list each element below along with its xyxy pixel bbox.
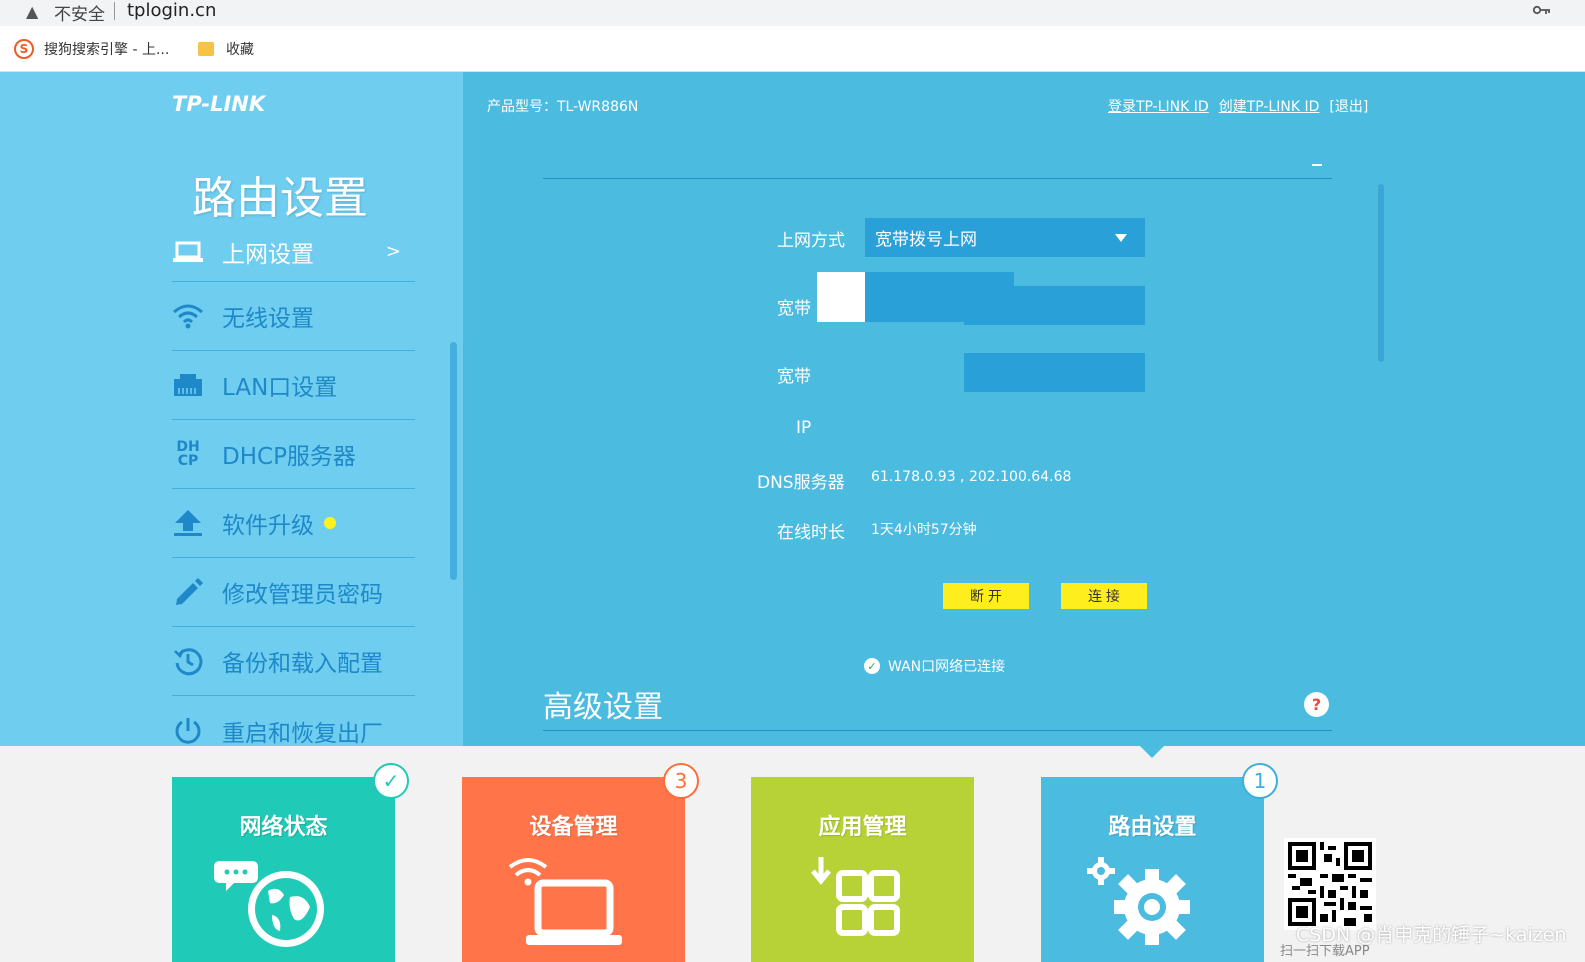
sidebar-item-label: 备份和载入配置 xyxy=(222,651,383,677)
sidebar-item-internet[interactable]: 上网设置 > xyxy=(172,222,415,282)
sidebar-item-label: 重启和恢复出厂 xyxy=(222,720,383,747)
key-icon[interactable] xyxy=(1532,2,1551,20)
power-icon xyxy=(172,715,204,747)
connection-type-value: 宽带拨号上网 xyxy=(875,230,977,250)
content-scrollbar[interactable] xyxy=(1378,184,1384,362)
tile-app-management[interactable]: 应用管理 xyxy=(751,777,974,962)
laptop-icon xyxy=(172,236,204,268)
password-input[interactable] xyxy=(964,353,1145,392)
wifi-icon xyxy=(172,300,204,332)
count-badge: 3 xyxy=(663,763,699,799)
divider xyxy=(114,2,115,20)
connect-button[interactable]: 连 接 xyxy=(1061,583,1147,609)
tp-link-logo: TP-LINK xyxy=(172,92,266,116)
address-bar[interactable]: ▲ 不安全 tplogin.cn xyxy=(0,0,1585,26)
sidebar-item-password[interactable]: 修改管理员密码 xyxy=(172,558,415,627)
upload-icon xyxy=(172,507,204,539)
wan-status: ✓ WAN口网络已连接 xyxy=(864,656,1005,676)
sidebar: TP-LINK 路由设置 上网设置 > 无线设置 LAN口设置 DH CP DH… xyxy=(0,72,463,747)
sidebar-title: 路由设置 xyxy=(192,173,368,224)
chevron-right-icon: > xyxy=(385,241,401,262)
wan-status-text: WAN口网络已连接 xyxy=(888,659,1006,675)
folder-icon xyxy=(198,42,214,56)
tile-network-status[interactable]: 网络状态 ✓ xyxy=(172,763,409,962)
sidebar-item-wireless[interactable]: 无线设置 xyxy=(172,282,415,351)
count-badge: 1 xyxy=(1242,763,1278,799)
tile-router-settings[interactable]: 路由设置 1 xyxy=(1041,763,1278,962)
tile-label: 网络状态 xyxy=(239,815,328,840)
active-tab-pointer xyxy=(1140,746,1164,758)
dns-value: 61.178.0.93 , 202.100.64.68 xyxy=(871,469,1072,485)
advanced-settings-title: 高级设置 xyxy=(543,690,663,725)
lan-port-icon xyxy=(172,369,204,401)
sidebar-item-label: 修改管理员密码 xyxy=(222,582,383,608)
bookmark-sogou[interactable]: S 搜狗搜索引擎 - 上... xyxy=(14,38,169,60)
sidebar-item-label: 无线设置 xyxy=(222,306,314,332)
sidebar-item-backup[interactable]: 备份和载入配置 xyxy=(172,627,415,696)
tile-device-management[interactable]: 设备管理 3 xyxy=(462,763,699,962)
bookmarks-bar: S 搜狗搜索引擎 - 上... 收藏 xyxy=(0,26,1585,72)
pencil-icon xyxy=(172,576,204,608)
connection-type-label: 上网方式 xyxy=(777,231,845,251)
sidebar-menu: 上网设置 > 无线设置 LAN口设置 DH CP DHCP服务器 软件升级 修改… xyxy=(172,222,415,765)
account-input[interactable] xyxy=(964,286,1145,325)
collapse-button[interactable] xyxy=(1312,164,1322,166)
sidebar-scrollbar[interactable] xyxy=(450,342,457,580)
history-icon xyxy=(172,645,204,677)
login-tplink-id-link[interactable]: 登录TP-LINK ID xyxy=(1108,96,1209,116)
warning-icon: ▲ xyxy=(26,2,39,21)
sidebar-item-label: LAN口设置 xyxy=(222,375,338,401)
tile-label: 设备管理 xyxy=(529,815,618,840)
ip-label: IP xyxy=(796,418,812,438)
uptime-label: 在线时长 xyxy=(777,523,845,543)
sidebar-item-lan[interactable]: LAN口设置 xyxy=(172,351,415,420)
sogou-icon: S xyxy=(14,39,34,59)
redaction-block xyxy=(817,272,865,322)
product-model: 产品型号：TL-WR886N xyxy=(487,99,639,115)
qr-code xyxy=(1284,838,1376,930)
insecure-label[interactable]: 不安全 xyxy=(54,0,105,25)
router-admin: TP-LINK 路由设置 上网设置 > 无线设置 LAN口设置 DH CP DH… xyxy=(0,72,1585,758)
sidebar-item-label: DHCP服务器 xyxy=(222,444,356,470)
disconnect-button[interactable]: 断 开 xyxy=(943,583,1029,609)
dropdown-caret-icon xyxy=(1115,234,1127,242)
password-label: 宽带 xyxy=(777,367,811,387)
logout-link[interactable]: [退出] xyxy=(1329,96,1368,116)
gear-icon xyxy=(1041,855,1264,962)
bookmark-label: 搜狗搜索引擎 - 上... xyxy=(44,42,170,58)
check-badge-icon: ✓ xyxy=(373,763,409,799)
dhcp-icon: DH CP xyxy=(176,439,200,469)
section-divider xyxy=(543,178,1332,179)
sidebar-item-label: 上网设置 xyxy=(222,241,314,268)
apps-grid-icon xyxy=(751,855,974,962)
globe-icon xyxy=(172,855,395,962)
account-label: 宽带 xyxy=(777,299,811,319)
bookmark-label: 收藏 xyxy=(226,42,254,58)
sidebar-item-label: 软件升级 xyxy=(222,513,314,539)
url-text[interactable]: tplogin.cn xyxy=(127,0,216,21)
create-tplink-id-link[interactable]: 创建TP-LINK ID xyxy=(1219,96,1320,116)
check-circle-icon: ✓ xyxy=(864,658,880,674)
tile-label: 应用管理 xyxy=(818,815,907,840)
dns-label: DNS服务器 xyxy=(757,473,845,493)
section-divider xyxy=(543,730,1332,731)
bookmark-favorites[interactable]: 收藏 xyxy=(198,38,254,60)
sidebar-item-dhcp[interactable]: DH CP DHCP服务器 xyxy=(172,420,415,489)
laptop-wifi-icon xyxy=(462,855,685,962)
uptime-value: 1天4小时57分钟 xyxy=(871,522,977,538)
sidebar-item-reboot[interactable]: 重启和恢复出厂 xyxy=(172,696,415,765)
sidebar-item-upgrade[interactable]: 软件升级 xyxy=(172,489,415,558)
update-dot xyxy=(324,517,336,529)
watermark: CSDN @肖申克的锤子~kaizen xyxy=(1296,924,1567,946)
help-icon[interactable]: ? xyxy=(1304,692,1329,717)
connection-type-select[interactable]: 宽带拨号上网 xyxy=(865,218,1145,257)
tile-label: 路由设置 xyxy=(1108,815,1197,840)
account-links: 登录TP-LINK ID 创建TP-LINK ID [退出] xyxy=(1108,96,1368,116)
